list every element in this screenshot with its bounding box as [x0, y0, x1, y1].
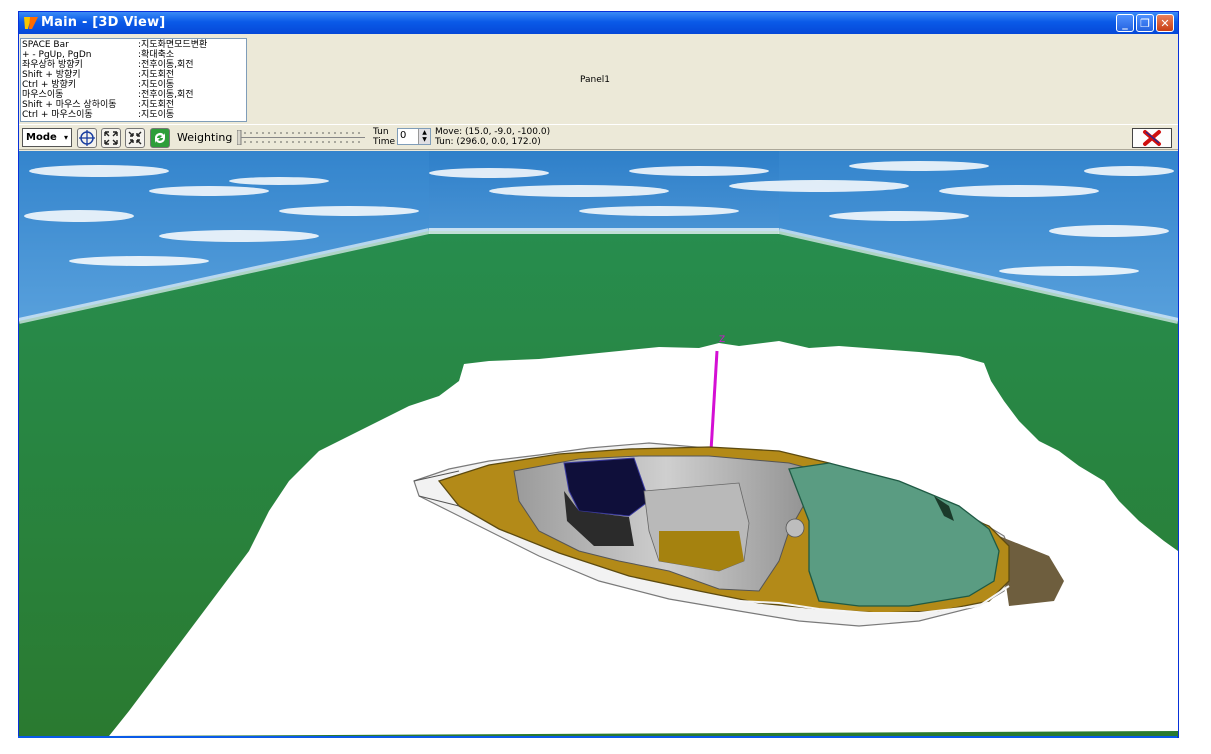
top-panel: SPACE Bar:지도화면모드변환 + - PgUp, PgDn:확대축소 좌우상… [19, 35, 1178, 124]
key-help-row: + - PgUp, PgDn :확대축소 [22, 50, 244, 60]
move-readout: Move: (15.0, -9.0, -100.0) [435, 127, 551, 137]
key-help-row: 좌우상하 방향키 :전후이동,회전 [22, 60, 244, 70]
key-help-key: + - PgUp, PgDn [22, 50, 92, 60]
spin-arrows-icon[interactable]: ▲ ▼ [418, 129, 430, 144]
exit-x-icon [1143, 130, 1161, 146]
refresh-button[interactable] [150, 128, 170, 148]
key-help-action: :지도이동 [138, 80, 175, 90]
tun-label: Tun [373, 127, 389, 137]
key-help-key: Ctrl + 마우스이동 [22, 110, 93, 120]
window-title: Main - [3D View] [41, 15, 166, 30]
exit-view-button[interactable] [1132, 128, 1172, 148]
refresh-icon [155, 133, 165, 143]
zoom-extent-button[interactable] [101, 128, 121, 148]
toolbar: Mode ▾ Weighting Tun Time 0 ▲ ▼ Move: (1… [19, 124, 1178, 150]
shrink-icon [128, 131, 142, 145]
3d-viewport[interactable]: Z [19, 151, 1178, 737]
restore-button[interactable]: ❐ [1136, 14, 1154, 32]
z-axis-label: Z [719, 335, 726, 345]
turn-readout: Tun: (296.0, 0.0, 172.0) [435, 137, 541, 147]
key-help-row: SPACE Bar :지도화면모드변환 [22, 40, 244, 50]
key-help-action: :지도회전 [138, 70, 175, 80]
app-icon [24, 17, 38, 29]
key-help-action: :지도회전 [138, 100, 175, 110]
time-label: Time [373, 137, 396, 147]
zoom-fit-button[interactable] [125, 128, 145, 148]
tun-value: 0 [400, 130, 407, 141]
key-help-row: Ctrl + 마우스이동 :지도이동 [22, 110, 244, 120]
key-help-action: :확대축소 [138, 50, 175, 60]
tun-spinbox[interactable]: 0 ▲ ▼ [397, 128, 431, 145]
weighting-label: Weighting [177, 131, 233, 144]
window-bottom-border [18, 736, 1177, 738]
key-help-key: Ctrl + 방향키 [22, 80, 77, 90]
minimize-button[interactable]: _ [1116, 14, 1134, 32]
key-help-action: :전후이동,회전 [138, 90, 194, 100]
key-help-key: Shift + 마우스 상하이동 [22, 100, 117, 110]
title-bar[interactable]: Main - [3D View] _ ❐ ✕ [19, 12, 1178, 34]
key-help-row: 마우스이동 :전후이동,회전 [22, 90, 244, 100]
main-window: Main - [3D View] _ ❐ ✕ SPACE Bar :지도화면모드변… [18, 11, 1179, 738]
key-help-key: 좌우상하 방향키 [22, 60, 83, 70]
key-help-row: Shift + 마우스 상하이동 :지도회전 [22, 100, 244, 110]
key-help-key: 마우스이동 [22, 90, 64, 100]
crosshair-icon [79, 130, 95, 146]
key-help-action: :지도화면모드변환 [138, 40, 208, 50]
key-help-action: :지도이동 [138, 110, 175, 120]
key-help-key: Shift + 방향키 [22, 70, 81, 80]
key-help-action: :전후이동,회전 [138, 60, 194, 70]
key-help-row: Shift + 방향키 :지도회전 [22, 70, 244, 80]
key-help-list: SPACE Bar:지도화면모드변환 + - PgUp, PgDn:확대축소 좌우상… [20, 38, 247, 122]
key-help-key: SPACE Bar [22, 40, 69, 50]
chevron-down-icon: ▾ [63, 133, 68, 142]
close-button[interactable]: ✕ [1156, 14, 1174, 32]
key-help-row: Ctrl + 방향키 :지도이동 [22, 80, 244, 90]
crosshair-button[interactable] [77, 128, 97, 148]
mode-dropdown[interactable]: Mode ▾ [22, 128, 72, 147]
weighting-slider[interactable] [237, 130, 365, 145]
mode-label: Mode [26, 132, 57, 143]
panel-caption: Panel1 [580, 75, 611, 85]
expand-icon [104, 131, 118, 145]
